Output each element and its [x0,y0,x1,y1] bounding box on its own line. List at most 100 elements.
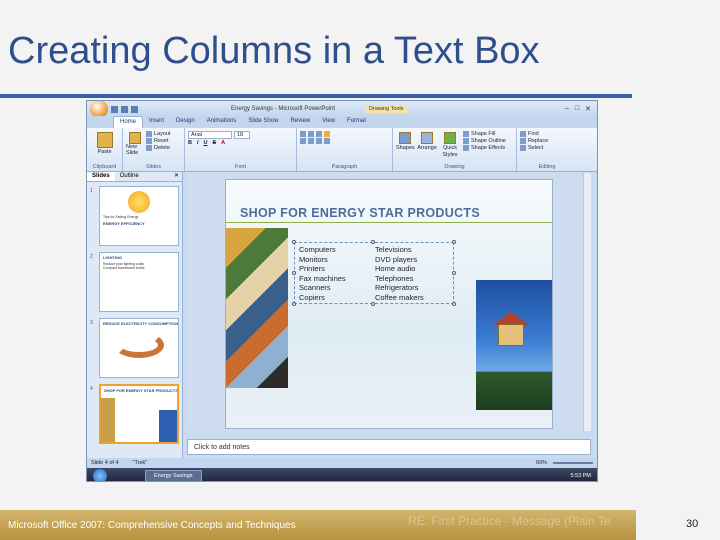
replace-button[interactable]: Replace [528,138,548,144]
thumb-title: SHOP FOR ENERGY STAR PRODUCTS [104,388,177,393]
footer-bar: RE: First Practice - Message (Plain Te M… [0,510,636,540]
group-paragraph: Paragraph [297,128,393,171]
start-button[interactable] [93,468,107,481]
house-image[interactable] [476,280,552,410]
indent-icon[interactable] [316,131,322,137]
tab-home[interactable]: Home [113,116,144,128]
minimize-icon[interactable]: – [565,105,569,113]
undo-icon[interactable] [121,105,128,113]
shapes-icon[interactable] [399,132,411,144]
tab-review[interactable]: Review [284,116,316,128]
bullets-icon[interactable] [300,131,306,137]
close-pane-icon[interactable]: ✕ [174,172,182,181]
group-label-editing: Editing [538,164,556,170]
paste-button[interactable]: Paste [90,149,119,155]
close-icon[interactable]: ✕ [585,105,591,113]
find-button[interactable]: Find [528,131,539,137]
new-slide-icon[interactable] [129,132,141,144]
resize-handle[interactable] [371,302,375,306]
list-item: Printers [299,264,325,274]
resize-handle[interactable] [452,302,456,306]
notes-pane[interactable]: Click to add notes [187,439,591,455]
reset-button[interactable]: Reset [154,138,168,144]
arrange-button[interactable]: Arrange [417,145,437,151]
tab-outline[interactable]: Outline [115,172,144,181]
group-label-paragraph: Paragraph [331,164,358,170]
align-left-icon[interactable] [300,138,306,144]
column-2: Televisions DVD players Home audio Telep… [375,245,424,303]
resize-handle[interactable] [292,240,296,244]
font-color-icon[interactable]: A [221,140,225,146]
group-editing: Find Replace Select Editing [517,128,577,171]
taskbar-app-button[interactable]: Energy Savings [145,469,202,481]
resize-handle[interactable] [371,240,375,244]
quick-styles-button[interactable]: Quick Styles [443,145,458,158]
quick-styles-icon[interactable] [444,132,456,144]
thumb-art [159,410,177,442]
slide-thumb-1[interactable]: Tips for Saving Energy ENERGY EFFICIENCY [99,186,179,246]
delete-icon [146,145,152,151]
text-box-columns[interactable]: Computers Monitors Printers Fax machines… [292,240,456,306]
slide-thumb-3[interactable]: REDUCE ELECTRICITY CONSUMPTION [99,318,179,378]
font-size-box[interactable]: 18 [234,131,250,139]
slide-editor: SHOP FOR ENERGY STAR PRODUCTS Computers … [187,173,591,431]
ribbon: Paste Clipboard New Slide Layout Reset D… [87,128,597,172]
replace-icon [520,138,526,144]
align-center-icon[interactable] [308,138,314,144]
group-label-clipboard: Clipboard [92,164,117,170]
tab-animations[interactable]: Animations [201,116,243,128]
thumb-title: LIGHTING [103,255,123,260]
numbering-icon[interactable] [308,131,314,137]
tab-view[interactable]: View [316,116,341,128]
tab-format[interactable]: Format [341,116,372,128]
window-title: Energy Savings - Microsoft PowerPoint [231,106,336,112]
paste-icon[interactable] [96,132,113,148]
column-1: Computers Monitors Printers Fax machines… [299,245,346,303]
vertical-scrollbar[interactable] [583,173,591,431]
slide-heading[interactable]: SHOP FOR ENERGY STAR PRODUCTS [240,206,480,220]
save-icon[interactable] [111,105,118,113]
thumb-art [101,398,115,442]
shape-outline-button[interactable]: Shape Outline [471,138,506,144]
tab-insert[interactable]: Insert [143,116,170,128]
list-item: DVD players [375,254,418,264]
slide-thumb-2[interactable]: LIGHTING Reduce your lighting costs Comp… [99,252,179,312]
arrange-icon[interactable] [421,132,433,144]
layout-button[interactable]: Layout [154,131,171,137]
new-slide-button[interactable]: New Slide [126,144,144,156]
resize-handle[interactable] [452,271,456,275]
zoom-slider[interactable] [553,462,593,464]
columns-icon[interactable] [324,131,330,137]
maximize-icon[interactable]: □ [575,105,579,113]
strikethrough-icon[interactable]: S [213,140,217,146]
clip-art-people[interactable] [226,228,288,388]
theme-name: "Trek" [132,460,148,466]
justify-icon[interactable] [324,138,330,144]
resize-handle[interactable] [452,240,456,244]
tab-slide-show[interactable]: Slide Show [242,116,284,128]
resize-handle[interactable] [292,271,296,275]
align-right-icon[interactable] [316,138,322,144]
select-button[interactable]: Select [528,145,543,151]
group-clipboard: Paste Clipboard [87,128,123,171]
italic-icon[interactable]: I [197,140,199,146]
font-name-box[interactable]: Arial [188,131,232,139]
list-item: Monitors [299,254,328,264]
page-number: 30 [686,518,699,530]
layout-icon [146,131,152,137]
zoom-level[interactable]: 69% [536,460,547,466]
slide-thumb-4[interactable]: SHOP FOR ENERGY STAR PRODUCTS [99,384,179,444]
shape-effects-button[interactable]: Shape Effects [471,145,505,151]
delete-button[interactable]: Delete [154,145,170,151]
tab-design[interactable]: Design [170,116,201,128]
shapes-button[interactable]: Shapes [396,145,415,151]
reset-icon [146,138,152,144]
tab-slides[interactable]: Slides [87,172,115,181]
underline-icon[interactable]: U [204,140,208,146]
shape-fill-button[interactable]: Shape Fill [471,131,495,137]
redo-icon[interactable] [131,105,138,113]
resize-handle[interactable] [292,302,296,306]
thumb-number: 3 [90,320,93,326]
bold-icon[interactable]: B [188,140,192,146]
find-icon [520,131,526,137]
